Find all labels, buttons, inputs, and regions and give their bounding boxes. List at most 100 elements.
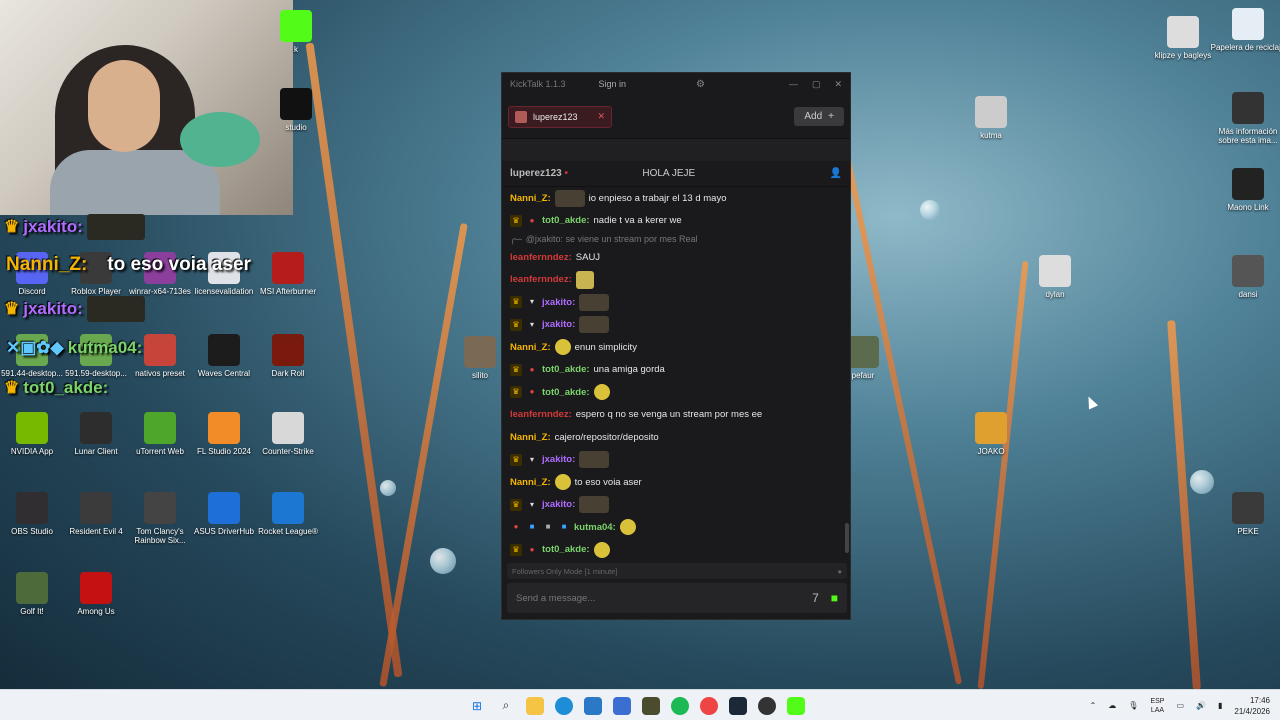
crown-badge-icon[interactable]: ♛ — [510, 363, 522, 376]
chat-messages[interactable]: Nanni_Z: io enpieso a trabajr el 13 d may… — [502, 187, 842, 577]
desktop-icon[interactable]: Rocket League® — [249, 492, 327, 536]
chat-emote[interactable] — [619, 519, 636, 536]
sign-in-button[interactable]: Sign in — [598, 79, 626, 89]
glass-badge-icon[interactable]: ▾ — [526, 319, 538, 331]
desktop-icon[interactable]: dansi — [1209, 255, 1280, 299]
chat-username[interactable]: jxakito: — [542, 499, 575, 510]
chat-emote[interactable] — [579, 451, 610, 469]
chat-username[interactable]: tot0_akde: — [542, 364, 590, 375]
spotify-icon[interactable] — [671, 696, 689, 715]
chat-username[interactable]: jxakito: — [542, 319, 575, 330]
desktop-icon-label: klipze y bagleys — [1154, 51, 1212, 60]
desktop-icon[interactable]: PEKE — [1209, 492, 1280, 536]
windows-start-icon[interactable]: ⊞ — [468, 697, 486, 715]
chat-emote[interactable] — [554, 189, 585, 207]
crown-badge-icon[interactable]: ♛ — [510, 386, 522, 399]
desktop-icon[interactable]: MSI Afterburner — [249, 252, 327, 296]
battery-icon[interactable]: ▮ — [1218, 701, 1222, 710]
user-icon[interactable]: 👤 — [830, 168, 842, 179]
desktop-icon[interactable]: kutma — [952, 96, 1030, 140]
desktop-icon[interactable]: Más información sobre esta ima... — [1209, 92, 1280, 145]
crown-badge-icon[interactable]: ♛ — [510, 318, 522, 331]
close-tab-icon[interactable]: ✕ — [598, 111, 606, 122]
desktop-icon[interactable]: JOAKO — [952, 412, 1030, 456]
red-badge-icon[interactable]: ● — [526, 386, 538, 398]
volume-icon[interactable]: 🔊 — [1196, 701, 1206, 710]
chevron-up-icon[interactable]: ⌃ — [1090, 701, 1097, 710]
info-icon[interactable]: ● — [837, 567, 842, 576]
language-indicator[interactable]: ESP LAA — [1150, 697, 1164, 715]
red-badge-icon[interactable]: ● — [510, 521, 522, 533]
chat-emote[interactable] — [579, 293, 610, 311]
display-icon[interactable]: ▭ — [1176, 701, 1184, 710]
glass-badge-icon[interactable]: ▾ — [526, 454, 538, 466]
chat-username[interactable]: tot0_akde: — [542, 215, 590, 226]
red-badge-icon[interactable]: ● — [526, 364, 538, 376]
red-badge-icon[interactable]: ● — [526, 215, 538, 227]
chat-username[interactable]: Nanni_Z: — [510, 477, 551, 488]
network-icon[interactable]: ☁ — [1108, 701, 1116, 710]
crown-badge-icon[interactable]: ♛ — [510, 498, 522, 511]
store-icon[interactable] — [584, 696, 602, 715]
chat-username[interactable]: tot0_akde: — [542, 387, 590, 398]
chat-emote[interactable] — [593, 541, 610, 558]
chat-username[interactable]: Nanni_Z: — [510, 193, 551, 204]
kick-emote-icon[interactable]: ■ — [831, 591, 838, 605]
7tv-emote-icon[interactable]: 7 — [812, 591, 819, 605]
desktop-icon[interactable]: Maono Link — [1209, 168, 1280, 212]
edge-icon[interactable] — [555, 696, 573, 715]
crown-badge-icon[interactable]: ♛ — [510, 214, 522, 227]
chrome-icon[interactable] — [700, 696, 718, 715]
message-input[interactable]: Send a message... 7 ■ — [507, 583, 847, 613]
desktop-icon[interactable]: studio — [257, 88, 335, 132]
window-titlebar[interactable]: KickTalk 1.1.3 Sign in ⚙ — ▢ ✕ — [502, 73, 850, 95]
chat-username[interactable]: jxakito: — [542, 297, 575, 308]
maximize-button[interactable]: ▢ — [812, 79, 821, 90]
chat-emote[interactable] — [593, 384, 610, 401]
glass-badge-icon[interactable]: ▾ — [526, 499, 538, 511]
crown-badge-icon[interactable]: ♛ — [510, 453, 522, 466]
crown-badge-icon[interactable]: ♛ — [510, 296, 522, 309]
chat-username[interactable]: jxakito: — [542, 454, 575, 465]
add-channel-button[interactable]: Add + — [794, 107, 844, 126]
outlook-icon[interactable] — [613, 696, 631, 715]
chat-username[interactable]: tot0_akde: — [542, 544, 590, 555]
chat-emote[interactable] — [579, 496, 610, 514]
chat-username[interactable]: Nanni_Z: — [510, 432, 551, 443]
steam-icon[interactable] — [729, 696, 747, 715]
chat-username[interactable]: leanfernndez: — [510, 274, 572, 285]
chat-emote[interactable] — [575, 270, 594, 289]
chat-emote[interactable] — [579, 316, 610, 334]
blue-badge-icon[interactable]: ■ — [558, 521, 570, 533]
crown-badge-icon[interactable]: ♛ — [510, 543, 522, 556]
settings-gear-icon[interactable]: ⚙ — [696, 79, 705, 90]
desktop-icon[interactable]: dylan — [1016, 255, 1094, 299]
red-badge-icon[interactable]: ● — [526, 544, 538, 556]
desktop-icon[interactable]: Counter-Strike — [249, 412, 327, 456]
chat-username[interactable]: leanfernndez: — [510, 409, 572, 420]
kicktalk-taskbar-icon[interactable] — [787, 696, 805, 715]
chat-username[interactable]: Nanni_Z: — [510, 342, 551, 353]
glass-badge-icon[interactable]: ▾ — [526, 296, 538, 308]
blue-badge-icon[interactable]: ■ — [526, 521, 538, 533]
clock[interactable]: 17:46 21/4/2026 — [1234, 695, 1270, 717]
desktop-icon[interactable]: k — [257, 10, 335, 54]
gray-badge-icon[interactable]: ■ — [542, 521, 554, 533]
obs-taskbar-icon[interactable] — [758, 696, 776, 715]
microphone-icon[interactable]: 🎙 — [1128, 701, 1138, 710]
chat-emote[interactable] — [554, 474, 571, 491]
close-button[interactable]: ✕ — [834, 79, 842, 90]
desktop-icon[interactable]: Papelera de reciclaje — [1209, 8, 1280, 52]
desktop-icon[interactable]: Among Us — [57, 572, 135, 616]
chat-username[interactable]: leanfernndez: — [510, 252, 572, 263]
pinned-message[interactable]: HOLA JEJE — [568, 168, 770, 179]
chat-username[interactable]: kutma04: — [574, 522, 616, 533]
chat-scrollbar[interactable] — [845, 523, 849, 553]
file-explorer-icon[interactable] — [526, 696, 544, 715]
tab-luperez123[interactable]: luperez123 ✕ — [508, 105, 613, 128]
desktop-icon[interactable]: Dark Roll — [249, 334, 327, 378]
search-icon[interactable]: ⌕ — [497, 697, 515, 715]
minimize-button[interactable]: — — [789, 79, 798, 89]
game-icon[interactable] — [642, 696, 660, 715]
chat-emote[interactable] — [554, 339, 571, 356]
